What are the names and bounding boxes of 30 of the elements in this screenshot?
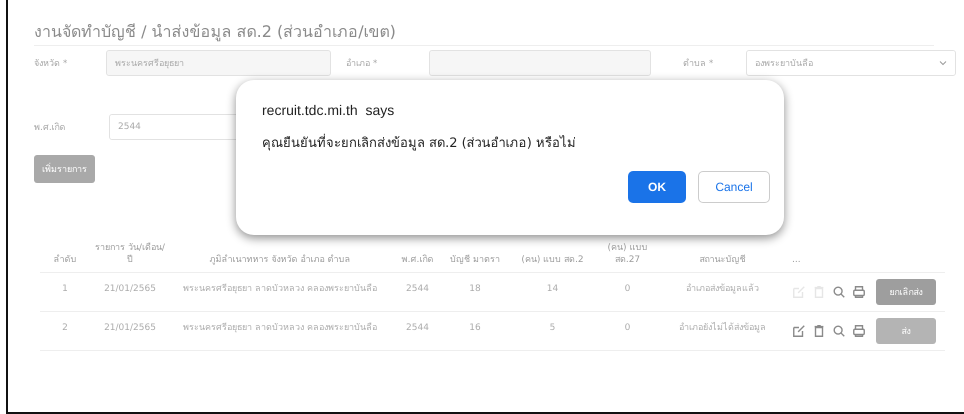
field-label: พ.ศ.เกิด (34, 122, 67, 134)
table-cell-text: 2 (61, 322, 69, 336)
column-header: ... (791, 254, 802, 268)
table-cell-text: 21/01/2565 (103, 322, 157, 336)
table-cell-text: 1 (61, 283, 69, 296)
table-cell-text: 14 (546, 283, 560, 296)
table-cell-text: พระนครศรีอยุธยา ลาดบัวหลวง คลองพระยาบันลือ (182, 282, 378, 296)
column-header: พ.ศ.เกิด (400, 254, 434, 268)
field-label: อำเภอ * (346, 58, 378, 70)
table-cell-text: 5 (548, 322, 556, 336)
table-cell-text: อำเภอยังไม่ได้ส่งข้อมูล (678, 321, 767, 336)
table-cell-text: 0 (624, 322, 632, 336)
table-cell-text: พระนครศรีอยุธยา ลาดบัวหลวง คลองพระยาบันลือ (182, 322, 378, 336)
column-header: ภูมิลำเนาทหาร จังหวัด อำเภอ ตำบล (208, 254, 352, 268)
table-cell-text: อำเภอส่งข้อมูลแล้ว (685, 282, 760, 296)
table-cell-text: 0 (624, 283, 632, 296)
table-cell-text: 18 (468, 283, 482, 296)
column-header: บัญชี มาตรา (449, 254, 501, 268)
table-cell-text: 16 (468, 322, 482, 336)
table-cell-text: 2544 (405, 283, 430, 296)
field-label: ตำบล * (683, 58, 714, 70)
column-header: ลำดับ (52, 254, 78, 268)
column-header: (คน) แบบ สด.27 (606, 242, 648, 268)
table-cell-text: 2544 (405, 322, 430, 336)
page-title: งานจัดทำบัญชี / นำส่งข้อมูล สด.2 (ส่วนอำเภอ/เขต) (34, 0, 934, 46)
table-cell-text: 21/01/2565 (103, 283, 157, 296)
column-header: สถานะบัญชี (698, 254, 746, 268)
column-header: (คน) แบบ สด.2 (520, 254, 585, 268)
field-label: จังหวัด * (34, 58, 68, 70)
column-header: รายการ วัน/เดือน/ ปี (94, 242, 166, 268)
